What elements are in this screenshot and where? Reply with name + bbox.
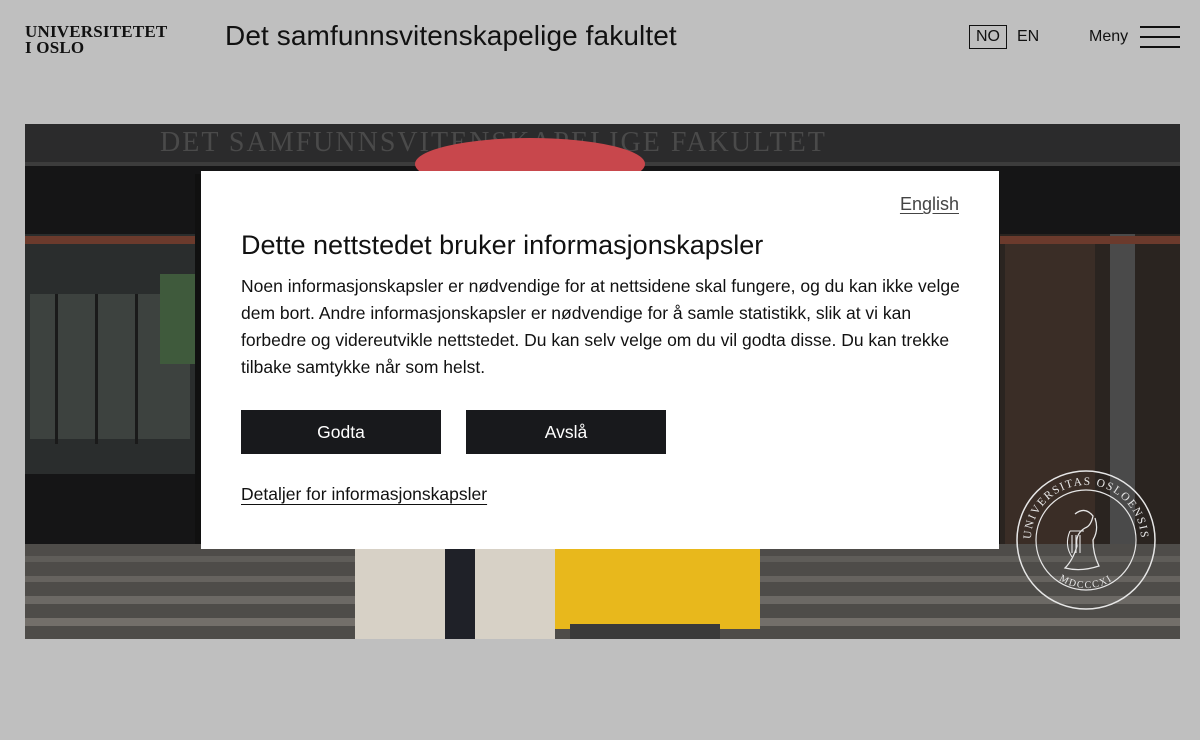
accept-cookies-button[interactable]: Godta — [241, 410, 441, 454]
site-header: UNIVERSITETET I OSLO Det samfunnsvitensk… — [0, 0, 1200, 80]
seal-text-bottom: MDCCCXI — [1057, 573, 1113, 591]
decline-cookies-button[interactable]: Avslå — [466, 410, 666, 454]
language-no-button[interactable]: NO — [969, 25, 1007, 49]
logo-line-2: I OSLO — [25, 38, 85, 57]
svg-text:MDCCCXI: MDCCCXI — [1057, 573, 1114, 591]
language-en-button[interactable]: EN — [1017, 25, 1039, 49]
menu-label[interactable]: Meny — [1089, 27, 1128, 47]
cookie-dialog-title: Dette nettstedet bruker informasjonskaps… — [241, 230, 764, 260]
cookie-consent-dialog: English Dette nettstedet bruker informas… — [201, 171, 999, 549]
hamburger-menu-icon[interactable] — [1140, 26, 1180, 48]
seal-text-top: UNIVERSITAS OSLOENSIS — [1022, 476, 1149, 540]
svg-text:UNIVERSITAS OSLOENSIS: UNIVERSITAS OSLOENSIS — [1022, 476, 1150, 540]
cookie-dialog-description: Noen informasjonskapsler er nødvendige f… — [241, 276, 960, 377]
cookie-details-link[interactable]: Detaljer for informasjonskapsler — [241, 484, 487, 505]
university-logo[interactable]: UNIVERSITETET I OSLO — [25, 23, 167, 57]
faculty-title[interactable]: Det samfunnsvitenskapelige fakultet — [225, 20, 677, 52]
english-language-link[interactable]: English — [900, 194, 959, 215]
university-seal-icon: UNIVERSITAS OSLOENSIS MDCCCXI — [1016, 470, 1156, 610]
